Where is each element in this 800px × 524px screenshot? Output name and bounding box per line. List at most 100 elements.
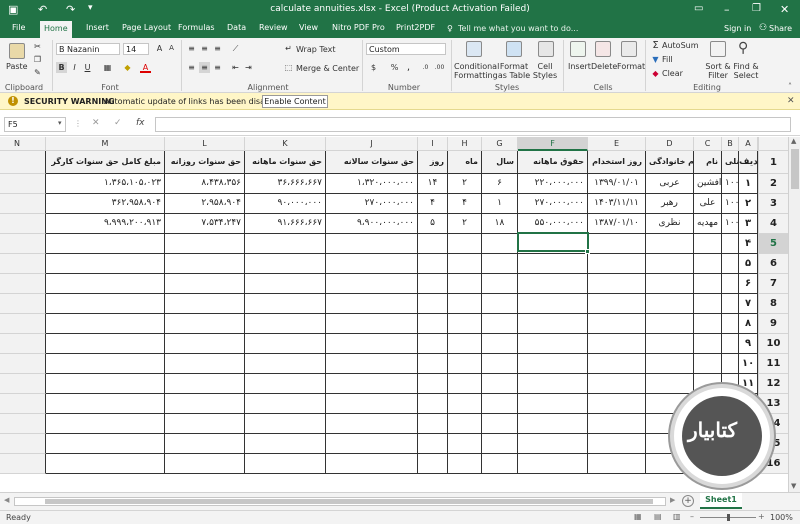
- format-as-table-button[interactable]: Format as Table: [496, 62, 532, 80]
- sort-filter-button[interactable]: Sort & Filter: [704, 62, 732, 80]
- empty-cell[interactable]: [482, 274, 518, 294]
- delete-button[interactable]: Delete: [591, 62, 617, 71]
- empty-cell[interactable]: [165, 254, 245, 274]
- empty-cell[interactable]: [46, 334, 165, 354]
- table-cell[interactable]: ۷،۵۳۴،۲۴۷: [165, 214, 245, 234]
- empty-cell[interactable]: [418, 414, 448, 434]
- empty-cell[interactable]: [518, 394, 588, 414]
- table-cell[interactable]: ۱: [482, 194, 518, 214]
- table-cell[interactable]: ۹،۹۹۹،۲۰۰،۹۱۳: [46, 214, 165, 234]
- empty-cell[interactable]: [518, 354, 588, 374]
- empty-cell[interactable]: [722, 314, 739, 334]
- table-cell[interactable]: ۹۱،۶۶۶،۶۶۷: [245, 214, 326, 234]
- tab-nitro-pdf[interactable]: Nitro PDF Pro: [332, 23, 385, 32]
- table-cell[interactable]: ۱: [739, 174, 758, 194]
- empty-cell[interactable]: [588, 274, 646, 294]
- cell[interactable]: [0, 454, 46, 474]
- empty-cell[interactable]: [694, 294, 722, 314]
- empty-cell[interactable]: [588, 254, 646, 274]
- align-right-icon[interactable]: ≡: [212, 62, 223, 73]
- table-cell[interactable]: ۴: [448, 194, 482, 214]
- table-cell[interactable]: ۱۰۰۲: [722, 194, 739, 214]
- empty-cell[interactable]: [588, 434, 646, 454]
- cell[interactable]: [0, 174, 46, 194]
- insert-button[interactable]: Insert: [568, 62, 591, 71]
- empty-cell[interactable]: [588, 374, 646, 394]
- empty-cell[interactable]: [418, 254, 448, 274]
- empty-cell[interactable]: [46, 374, 165, 394]
- empty-cell[interactable]: [418, 314, 448, 334]
- empty-cell[interactable]: [722, 274, 739, 294]
- table-cell[interactable]: ۲: [448, 214, 482, 234]
- find-select-button[interactable]: Find & Select: [733, 62, 759, 80]
- empty-cell[interactable]: [165, 374, 245, 394]
- empty-cell[interactable]: [418, 434, 448, 454]
- empty-cell[interactable]: [46, 414, 165, 434]
- table-cell[interactable]: ۴: [418, 194, 448, 214]
- table-header-cell[interactable]: حقوق ماهانه: [518, 151, 588, 174]
- name-box[interactable]: F5: [4, 117, 66, 132]
- empty-cell[interactable]: [46, 454, 165, 474]
- empty-cell[interactable]: [326, 314, 418, 334]
- row-header-8[interactable]: 8: [758, 294, 788, 314]
- table-cell[interactable]: مهدیه: [694, 214, 722, 234]
- empty-cell[interactable]: [646, 294, 694, 314]
- empty-cell[interactable]: [165, 314, 245, 334]
- column-header-n[interactable]: N: [0, 137, 46, 151]
- cell[interactable]: [0, 434, 46, 454]
- table-cell[interactable]: ۱۰۰۳: [722, 214, 739, 234]
- empty-cell[interactable]: [245, 414, 326, 434]
- empty-cell[interactable]: [518, 274, 588, 294]
- name-box-dropdown-icon[interactable]: ▾: [58, 119, 62, 127]
- empty-cell[interactable]: [245, 254, 326, 274]
- empty-cell[interactable]: [448, 394, 482, 414]
- empty-cell[interactable]: [588, 414, 646, 434]
- empty-cell[interactable]: [46, 434, 165, 454]
- decrease-indent-icon[interactable]: ⇤: [230, 62, 241, 73]
- empty-cell[interactable]: [46, 294, 165, 314]
- empty-cell[interactable]: [165, 354, 245, 374]
- column-header-b[interactable]: B: [722, 137, 739, 151]
- table-header-cell[interactable]: ردیف: [739, 151, 758, 174]
- scroll-down-icon[interactable]: ▼: [791, 482, 796, 490]
- align-top-icon[interactable]: ≡: [186, 43, 197, 54]
- empty-cell[interactable]: [245, 454, 326, 474]
- table-header-cell[interactable]: نام خانوادگی: [646, 151, 694, 174]
- empty-cell[interactable]: [448, 414, 482, 434]
- align-bottom-icon[interactable]: ≡: [212, 43, 223, 54]
- empty-cell[interactable]: [418, 374, 448, 394]
- page-break-view-icon[interactable]: ▥: [673, 512, 681, 521]
- column-header-d[interactable]: D: [646, 137, 694, 151]
- empty-cell[interactable]: [694, 274, 722, 294]
- empty-cell[interactable]: [518, 374, 588, 394]
- empty-cell[interactable]: [722, 254, 739, 274]
- font-name-box[interactable]: B Nazanin: [56, 43, 120, 55]
- enable-content-button[interactable]: Enable Content: [262, 95, 328, 108]
- clear-button[interactable]: Clear: [662, 69, 683, 78]
- empty-cell[interactable]: [482, 394, 518, 414]
- horizontal-scroll-thumb[interactable]: [45, 499, 653, 504]
- empty-cell[interactable]: [694, 314, 722, 334]
- table-header-cell[interactable]: حق سنوات ماهانه: [245, 151, 326, 174]
- wrap-text-button[interactable]: Wrap Text: [296, 45, 336, 54]
- empty-cell[interactable]: [165, 234, 245, 254]
- cell[interactable]: [0, 394, 46, 414]
- row-header-1[interactable]: 1: [758, 151, 788, 174]
- copy-icon[interactable]: ❐: [32, 54, 43, 65]
- table-header-cell[interactable]: نام: [694, 151, 722, 174]
- table-cell[interactable]: ۱،۳۶۵،۱۰۵،۰۲۳: [46, 174, 165, 194]
- row-index-cell[interactable]: ۷: [739, 294, 758, 314]
- scroll-up-icon[interactable]: ▲: [791, 137, 796, 145]
- empty-cell[interactable]: [588, 334, 646, 354]
- active-cell-f5[interactable]: [517, 232, 589, 252]
- italic-icon[interactable]: I: [69, 62, 80, 73]
- row-header-3[interactable]: 3: [758, 194, 788, 214]
- table-cell[interactable]: نظری: [646, 214, 694, 234]
- empty-cell[interactable]: [448, 434, 482, 454]
- percent-icon[interactable]: %: [389, 62, 400, 73]
- table-header-cell[interactable]: کد پرسنلی: [722, 151, 739, 174]
- zoom-out-icon[interactable]: –: [690, 512, 694, 521]
- empty-cell[interactable]: [722, 354, 739, 374]
- empty-cell[interactable]: [245, 274, 326, 294]
- empty-cell[interactable]: [482, 334, 518, 354]
